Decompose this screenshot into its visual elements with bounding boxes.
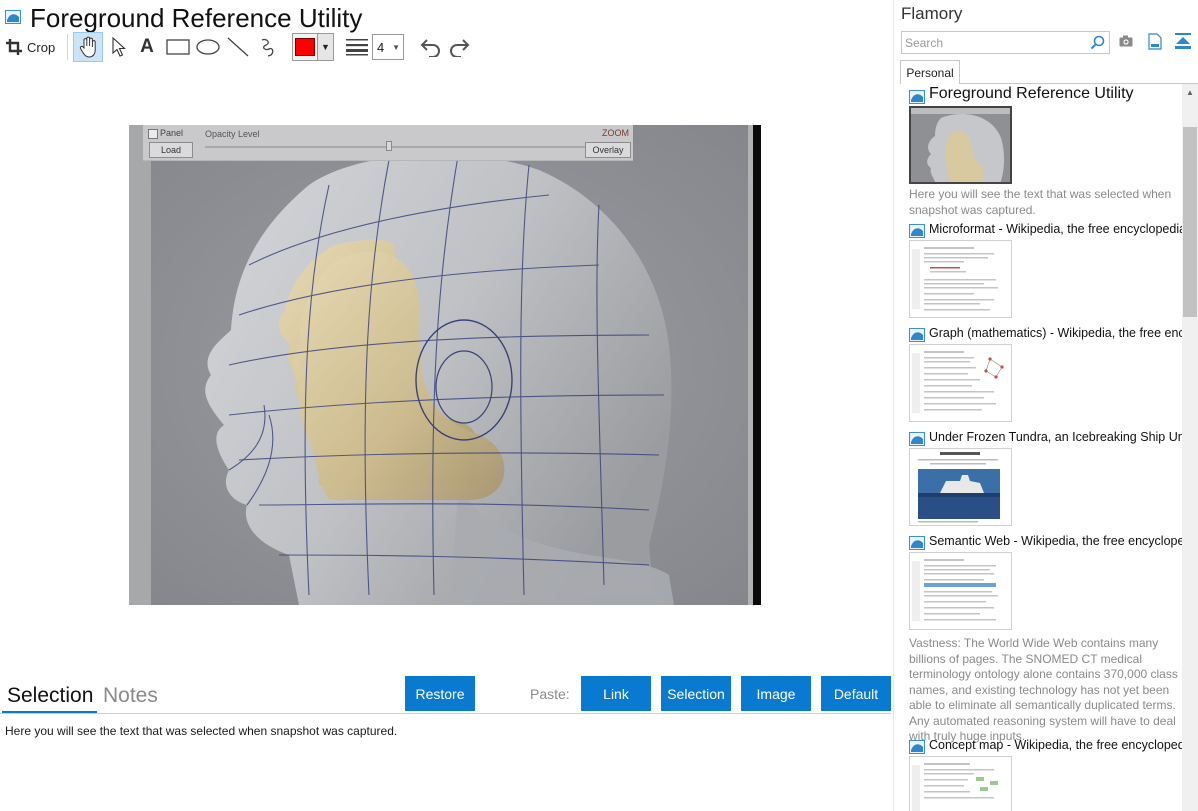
text-tool-button[interactable]: A <box>134 32 160 62</box>
captured-control-panel: Panel Opacity Level Load ZOOM Overlay <box>143 125 633 161</box>
chevron-down-icon: ▼ <box>392 43 400 52</box>
chevron-down-icon: ▼ <box>317 34 333 60</box>
hand-icon <box>78 36 98 58</box>
collapse-panel-icon[interactable] <box>1175 33 1191 55</box>
snapshot-thumbnail <box>909 106 1012 184</box>
redo-icon <box>448 37 472 57</box>
captured-zoom-label: ZOOM <box>602 128 629 138</box>
snapshot-item-graph-mathematics[interactable]: Graph (mathematics) - Wikipedia, the fre… <box>909 326 1182 422</box>
editor-pane: Foreground Reference Utility Crop A ▼ 4 … <box>0 0 893 811</box>
toolbar-divider <box>67 34 68 60</box>
search-icon[interactable] <box>1090 35 1105 55</box>
snapshot-thumbnail <box>909 756 1012 811</box>
ellipse-icon <box>196 39 220 55</box>
captured-slider-thumb <box>386 141 392 151</box>
captured-load-button: Load <box>149 142 193 158</box>
text-tool-icon: A <box>140 36 154 57</box>
crop-icon <box>5 38 23 56</box>
snapshot-item-title: Microformat - Wikipedia, the free encycl… <box>929 222 1182 236</box>
snapshot-item-concept-map[interactable]: Concept map - Wikipedia, the free encycl… <box>909 738 1182 811</box>
captured-opacity-label: Opacity Level <box>205 129 260 139</box>
search-placeholder: Search <box>905 36 944 50</box>
snapshot-item-title: Concept map - Wikipedia, the free encycl… <box>929 738 1182 752</box>
crop-label: Crop <box>27 39 56 55</box>
snapshot-thumbnail <box>909 448 1012 526</box>
crop-button[interactable]: Crop <box>5 32 61 62</box>
snapshot-item-title: Under Frozen Tundra, an Icebreaking Ship… <box>929 430 1182 444</box>
snapshot-item-microformat[interactable]: Microformat - Wikipedia, the free encycl… <box>909 222 1182 318</box>
snapshot-item-description: Here you will see the text that was sele… <box>909 187 1172 217</box>
selection-text[interactable]: Here you will see the text that was sele… <box>5 724 397 738</box>
snapshot-item-title: Semantic Web - Wikipedia, the free encyc… <box>929 534 1182 548</box>
head-render-illustration <box>129 125 761 605</box>
line-width-select[interactable]: 4 ▼ <box>372 34 404 60</box>
ellipse-tool-button[interactable] <box>194 32 222 62</box>
tab-divider <box>0 713 891 714</box>
captured-panel-label: Panel <box>160 128 184 138</box>
line-tool-button[interactable] <box>224 32 252 62</box>
rectangle-icon <box>166 39 190 55</box>
rectangle-tool-button[interactable] <box>164 32 192 62</box>
line-width-icon <box>346 38 368 56</box>
app-window-icon <box>5 10 21 24</box>
pan-tool-button[interactable] <box>73 32 103 62</box>
snapshot-item-title: Graph (mathematics) - Wikipedia, the fre… <box>929 326 1182 340</box>
snapshot-thumbnail <box>909 240 1012 318</box>
snapshot-item-frozen-tundra[interactable]: Under Frozen Tundra, an Icebreaking Ship… <box>909 430 1182 526</box>
paste-link-button[interactable]: Link <box>581 676 651 711</box>
page-title: Foreground Reference Utility <box>30 3 363 33</box>
paste-image-button[interactable]: Image <box>741 676 811 711</box>
captured-slider-track <box>205 146 590 148</box>
undo-icon <box>418 37 442 57</box>
snapshot-list-scrollbar[interactable]: ▲ <box>1182 84 1198 811</box>
line-icon <box>227 37 249 57</box>
redo-button[interactable] <box>446 32 474 62</box>
paste-selection-button[interactable]: Selection <box>661 676 731 711</box>
select-tool-button[interactable] <box>106 32 132 62</box>
restore-button[interactable]: Restore <box>405 676 475 711</box>
color-picker[interactable]: ▼ <box>292 33 334 61</box>
tab-notes[interactable]: Notes <box>103 683 158 709</box>
snapshot-sidebar: Flamory Search Personal Foreground Refer… <box>894 0 1198 811</box>
snapshot-thumbnail <box>909 344 1012 422</box>
undo-button[interactable] <box>416 32 444 62</box>
camera-icon[interactable] <box>1119 34 1133 52</box>
snapshot-image[interactable]: Panel Opacity Level Load ZOOM Overlay <box>129 125 761 605</box>
annotation-toolbar: Crop A ▼ 4 ▼ <box>0 32 893 62</box>
freehand-icon <box>259 37 277 57</box>
pointer-icon <box>112 37 126 57</box>
paste-label: Paste: <box>530 686 570 702</box>
search-input[interactable]: Search <box>901 31 1110 54</box>
snapshot-item-description: Vastness: The World Wide Web contains ma… <box>909 636 1178 743</box>
snapshot-item-title: Foreground Reference Utility <box>929 85 1134 102</box>
snapshot-list: Foreground Reference Utility Here you wi… <box>894 84 1182 811</box>
captured-overlay-button: Overlay <box>585 142 631 158</box>
snapshot-item-semantic-web[interactable]: Semantic Web - Wikipedia, the free encyc… <box>909 534 1182 743</box>
image-right-border <box>753 125 761 605</box>
scroll-up-icon[interactable]: ▲ <box>1182 84 1198 100</box>
captured-checkbox <box>148 129 158 139</box>
app-name: Flamory <box>901 4 963 23</box>
line-width-value: 4 <box>377 39 385 55</box>
tab-personal[interactable]: Personal <box>900 60 960 84</box>
document-icon[interactable] <box>1148 33 1162 55</box>
snapshot-item-foreground-reference[interactable]: Foreground Reference Utility Here you wi… <box>909 85 1182 217</box>
freehand-tool-button[interactable] <box>254 32 282 62</box>
line-width-label <box>344 32 370 62</box>
scrollbar-thumb[interactable] <box>1183 127 1197 317</box>
color-swatch <box>295 38 315 56</box>
snapshot-thumbnail <box>909 552 1012 630</box>
tab-selection[interactable]: Selection <box>7 683 93 709</box>
paste-default-button[interactable]: Default <box>821 676 891 711</box>
image-left-edge <box>129 125 151 605</box>
